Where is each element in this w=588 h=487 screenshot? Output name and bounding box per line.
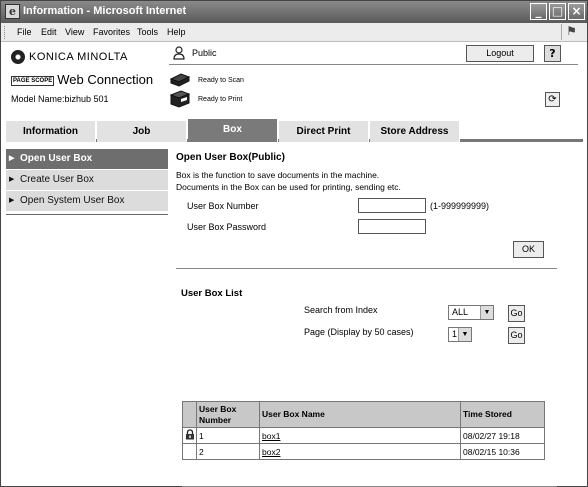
tab-store-address[interactable]: Store Address	[370, 121, 460, 142]
page-description: Box is the function to save documents in…	[176, 169, 401, 193]
page-label: Page (Display by 50 cases)	[304, 327, 414, 337]
menu-help[interactable]: Help	[167, 27, 186, 37]
box-name-link[interactable]: box1	[262, 431, 280, 441]
sidebar-item-label: Create User Box	[20, 174, 94, 185]
page-value: 1	[452, 329, 458, 339]
menu-edit[interactable]: Edit	[41, 27, 57, 37]
sidebar: ▶ Open User Box ▶ Create User Box ▶ Open Sy…	[6, 149, 168, 215]
lock-icon	[185, 429, 194, 440]
konica-minolta-logo: KONICA MINOLTA	[11, 50, 128, 64]
web-connection-logo: PAGE SCOPE Web Connection	[11, 72, 153, 87]
chevron-down-icon: ▼	[480, 306, 493, 319]
toolbar-grip	[4, 26, 7, 39]
printer-icon	[169, 90, 191, 108]
user-box-table: User Box Number User Box Name Time Store…	[182, 401, 545, 460]
arrow-right-icon: ▶	[9, 197, 15, 204]
model-name: Model Name:bizhub 501	[11, 94, 109, 104]
sidebar-item-label: Open System User Box	[20, 195, 125, 206]
column-header-number: User Box Number	[196, 401, 260, 428]
tab-direct-print[interactable]: Direct Print	[279, 121, 369, 142]
search-go-button[interactable]: Go	[508, 305, 525, 322]
tab-information[interactable]: Information	[6, 121, 96, 142]
page-title: Open User Box(Public)	[176, 152, 285, 163]
arrow-right-icon: ▶	[9, 176, 15, 183]
box-password-input[interactable]	[358, 219, 426, 234]
table-row: 1 box1 08/02/27 19:18	[182, 427, 545, 444]
scanner-icon	[169, 73, 191, 87]
print-status: Ready to Print	[198, 96, 243, 103]
column-header-name: User Box Name	[259, 401, 461, 428]
close-button[interactable]: ×	[568, 3, 585, 20]
menu-file[interactable]: File	[17, 27, 32, 37]
menu-bar: File Edit View Favorites Tools Help ⚑	[1, 23, 587, 42]
minimize-button[interactable]: _	[530, 3, 547, 20]
arrow-right-icon: ▶	[9, 155, 15, 162]
user-divider	[169, 64, 578, 65]
sidebar-item-open-system-user-box[interactable]: ▶ Open System User Box	[6, 191, 168, 211]
search-index-value: ALL	[452, 307, 469, 317]
maximize-button[interactable]: □	[549, 3, 566, 20]
box-number-input[interactable]	[358, 198, 426, 213]
lock-cell	[182, 427, 197, 444]
section-divider	[176, 268, 557, 269]
box-name-cell: box2	[259, 443, 461, 460]
table-header-row: User Box Number User Box Name Time Store…	[182, 401, 545, 428]
time-stored-cell: 08/02/27 19:18	[460, 427, 545, 444]
page-select[interactable]: 1 ▼	[448, 327, 472, 342]
tab-job[interactable]: Job	[97, 121, 187, 142]
scan-status: Ready to Scan	[198, 77, 244, 84]
konica-minolta-globe-icon	[11, 50, 25, 64]
lock-cell	[182, 443, 197, 460]
table-row: 2 box2 08/02/15 10:36	[182, 443, 545, 460]
box-password-label: User Box Password	[187, 222, 267, 232]
column-header-time: Time Stored	[460, 401, 545, 428]
sidebar-item-create-user-box[interactable]: ▶ Create User Box	[6, 170, 168, 190]
search-index-select[interactable]: ALL ▼	[448, 305, 494, 320]
box-number-range-hint: (1-999999999)	[430, 201, 490, 211]
page-go-button[interactable]: Go	[508, 327, 525, 344]
description-line: Documents in the Box can be used for pri…	[176, 182, 401, 192]
user-box-list-title: User Box List	[181, 288, 243, 299]
logout-button[interactable]: Logout	[466, 45, 534, 62]
search-index-label: Search from Index	[304, 305, 378, 315]
sidebar-item-label: Open User Box	[20, 153, 93, 164]
description-line: Box is the function to save documents in…	[176, 170, 380, 180]
tab-box[interactable]: Box	[188, 119, 278, 142]
main-tabs: Information Job Box Direct Print Store A…	[6, 119, 583, 142]
browser-window: e Information - Microsoft Internet _ □ ×…	[0, 0, 588, 487]
time-stored-cell: 08/02/15 10:36	[460, 443, 545, 460]
product-name: Web Connection	[57, 72, 154, 87]
ie-icon: e	[5, 4, 20, 19]
window-title: Information - Microsoft Internet	[23, 5, 187, 17]
pagescope-mark: PAGE SCOPE	[11, 75, 55, 86]
box-name-link[interactable]: box2	[262, 447, 280, 457]
menu-favorites[interactable]: Favorites	[93, 27, 130, 37]
box-number-label: User Box Number	[187, 201, 259, 211]
sidebar-divider	[6, 214, 168, 215]
menu-tools[interactable]: Tools	[137, 27, 158, 37]
ok-button[interactable]: OK	[513, 241, 544, 258]
refresh-icon[interactable]: ⟳	[545, 92, 560, 107]
page-content: KONICA MINOLTA PAGE SCOPE Web Connection …	[2, 42, 586, 487]
windows-flag-icon: ⚑	[561, 24, 581, 40]
menu-view[interactable]: View	[65, 27, 84, 37]
box-number-cell: 2	[196, 443, 260, 460]
user-icon	[173, 46, 185, 60]
lock-column-header	[182, 401, 197, 428]
chevron-down-icon: ▼	[458, 328, 471, 341]
title-bar: e Information - Microsoft Internet _ □ ×	[1, 1, 587, 23]
sidebar-item-open-user-box[interactable]: ▶ Open User Box	[6, 149, 168, 169]
brand-name: KONICA MINOLTA	[29, 50, 128, 63]
help-button[interactable]: ?	[544, 45, 561, 62]
box-name-cell: box1	[259, 427, 461, 444]
user-name: Public	[192, 48, 217, 58]
box-number-cell: 1	[196, 427, 260, 444]
